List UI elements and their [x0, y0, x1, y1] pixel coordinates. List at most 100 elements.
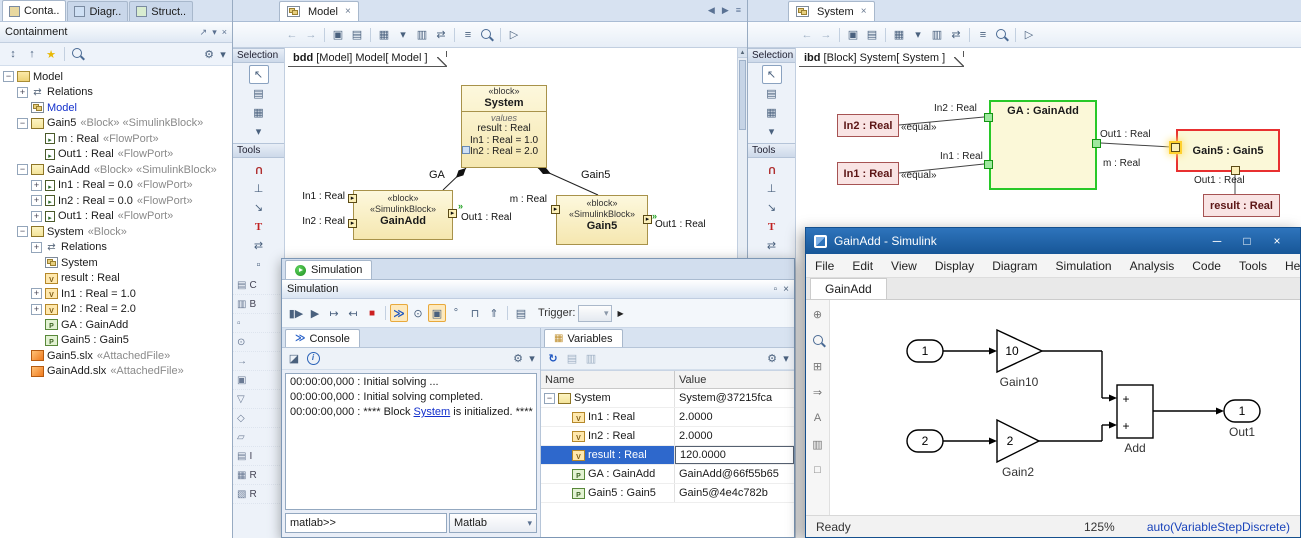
tree-item[interactable]: Gain5.slx «AttachedFile» [0, 348, 232, 364]
tree-item[interactable]: Gain5 : Gain5 [0, 333, 232, 349]
tab-gainadd[interactable]: GainAdd [810, 278, 887, 299]
menu-item[interactable]: Simulation [1047, 259, 1121, 273]
play-pause-icon[interactable]: ▮▶ [287, 304, 305, 322]
tree-item[interactable]: Relations [0, 85, 232, 101]
tree-expander[interactable] [31, 304, 42, 315]
properties-icon[interactable]: ≡ [459, 26, 477, 44]
text-tool-icon[interactable]: T [249, 217, 269, 236]
favorites-icon[interactable]: ★ [42, 45, 60, 63]
variable-name-cell[interactable]: GA : GainAdd [541, 465, 675, 483]
part-ga-gainadd[interactable]: GA : GainAdd [989, 100, 1097, 190]
settings-icon[interactable]: ⚙ [200, 45, 218, 63]
step-into-icon[interactable]: ↦ [325, 304, 343, 322]
menu-item[interactable]: Diagram [983, 259, 1046, 273]
zoom-icon[interactable] [478, 26, 496, 44]
table-row[interactable]: result : Real 120.0000 [541, 446, 794, 465]
tab-model[interactable]: Model × [279, 1, 359, 21]
close-icon[interactable]: × [783, 284, 789, 295]
tree-item[interactable]: GainAdd «Block» «SimulinkBlock» [0, 162, 232, 178]
tree-expander[interactable] [31, 133, 42, 144]
prev-diagram-icon[interactable]: ◀ [708, 5, 715, 16]
ga-port-in1[interactable] [984, 160, 993, 169]
system-link[interactable]: System [414, 406, 451, 418]
tree-item[interactable]: In1 : Real = 1.0 [0, 286, 232, 302]
gain5-port-m[interactable] [1171, 143, 1180, 152]
gain5-port-out1[interactable] [1231, 166, 1240, 175]
variable-value-cell[interactable]: 120.0000 [675, 446, 794, 464]
flip-icon[interactable]: ⇄ [762, 236, 782, 255]
next-diagram-icon[interactable]: ▶ [722, 5, 729, 16]
tree-item[interactable]: result : Real [0, 271, 232, 287]
console-settings-icon[interactable]: ⚙ [509, 350, 527, 368]
resize-icon[interactable]: ↘ [249, 198, 269, 217]
palette-item[interactable]: ▫ [233, 314, 284, 333]
align-icon[interactable]: ▥ [928, 26, 946, 44]
tree-item[interactable]: Relations [0, 240, 232, 256]
export-icon[interactable]: ⇑ [485, 304, 503, 322]
tree-item[interactable]: Gain5 «Block» «SimulinkBlock» [0, 116, 232, 132]
forward-icon[interactable]: → [302, 26, 320, 44]
port-out1-gainadd[interactable] [448, 209, 457, 218]
variable-name-cell[interactable]: In2 : Real [541, 427, 675, 445]
tab-system[interactable]: System × [788, 1, 875, 21]
variable-name-cell[interactable]: result : Real [541, 446, 675, 464]
grid-caret-icon[interactable]: ▾ [762, 122, 782, 141]
search-icon[interactable] [69, 45, 87, 63]
print-icon[interactable]: ▤ [863, 26, 881, 44]
simulink-canvas[interactable]: 1 10 2 2 + + 1 Gain10 Gain2 Add Out1 [830, 300, 1300, 515]
part-gain5[interactable]: Gain5 : Gain5 [1176, 129, 1280, 172]
console-toggle-icon[interactable]: ▤ [512, 304, 530, 322]
float-icon[interactable]: ▫ [774, 284, 778, 295]
ui-windows-icon[interactable]: ▣ [428, 304, 446, 322]
grid-icon[interactable]: ▦ [762, 103, 782, 122]
palette-item[interactable]: ▥ B [233, 295, 284, 314]
variable-value-cell[interactable]: System@37215fca [675, 389, 794, 407]
palette-item[interactable]: ▤ I [233, 447, 284, 466]
ga-port-in2[interactable] [984, 113, 993, 122]
tree-item[interactable]: System «Block» [0, 224, 232, 240]
zoom-icon[interactable] [810, 332, 826, 348]
anchor-icon[interactable]: ⊥ [249, 179, 269, 198]
settings-caret-icon[interactable]: ▾ [527, 350, 537, 368]
show-relations-icon[interactable]: ⇄ [947, 26, 965, 44]
menu-item[interactable]: Help [1276, 259, 1301, 273]
variable-name-cell[interactable]: Gain5 : Gain5 [541, 484, 675, 502]
run-simulation-icon[interactable]: ▷ [505, 26, 523, 44]
row-expander[interactable] [558, 450, 569, 461]
tree-expander[interactable] [31, 319, 42, 330]
save-image-icon[interactable]: ▣ [329, 26, 347, 44]
variable-value-cell[interactable]: GainAdd@66f55b65 [675, 465, 794, 483]
row-expander[interactable] [558, 469, 569, 480]
lock-icon[interactable]: ⊓ [466, 304, 484, 322]
pointer-icon[interactable]: ↖ [762, 65, 782, 84]
table-row[interactable]: GA : GainAdd GainAdd@66f55b65 [541, 465, 794, 484]
edge-label-ga[interactable]: GA [429, 169, 445, 181]
ga-port-out1[interactable] [1092, 139, 1101, 148]
fast-run-icon[interactable]: ≫ [390, 304, 408, 322]
panel-tab[interactable]: Struct.. [129, 1, 193, 21]
palette-item[interactable]: ◇ [233, 409, 284, 428]
tree-expander[interactable] [17, 164, 28, 175]
maximize-icon[interactable]: □ [1232, 234, 1262, 248]
part-result[interactable]: result : Real [1203, 194, 1280, 217]
tree-expander[interactable] [31, 195, 42, 206]
part-in1[interactable]: In1 : Real [837, 162, 899, 185]
menu-item[interactable]: Display [926, 259, 983, 273]
tree-item[interactable]: Out1 : Real «FlowPort» [0, 147, 232, 163]
gain10-block[interactable] [997, 330, 1042, 372]
options-icon[interactable]: ⊙ [409, 304, 427, 322]
tree-item[interactable]: GA : GainAdd [0, 317, 232, 333]
clear-console-icon[interactable]: ◪ [285, 350, 303, 368]
tree-expander[interactable] [17, 226, 28, 237]
tree-item[interactable]: In2 : Real = 0.0 «FlowPort» [0, 193, 232, 209]
layers-icon[interactable]: ▤ [249, 84, 269, 103]
palette-item[interactable]: ▦ R [233, 466, 284, 485]
resize-icon[interactable]: ↘ [762, 198, 782, 217]
table-row[interactable]: Gain5 : Gain5 Gain5@4e4c782b [541, 484, 794, 503]
tree-expander[interactable] [17, 118, 28, 129]
grid-icon[interactable]: ▦ [249, 103, 269, 122]
port-out1-gain5[interactable] [643, 215, 652, 224]
tree-expander[interactable] [17, 366, 28, 377]
layout-caret-icon[interactable]: ▾ [909, 26, 927, 44]
zoom-icon[interactable] [993, 26, 1011, 44]
